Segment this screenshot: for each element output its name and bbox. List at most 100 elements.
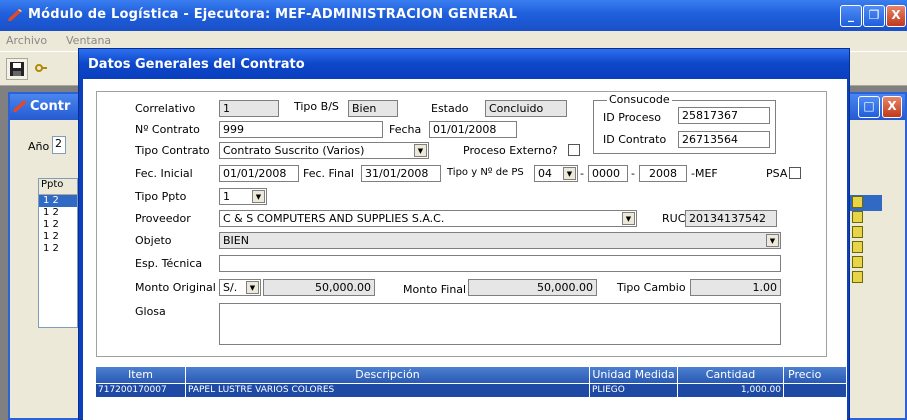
consucode-label: Consucode <box>607 93 672 106</box>
edit-icon[interactable] <box>852 211 863 223</box>
edit-icon[interactable] <box>852 271 863 283</box>
cell-descripcion[interactable]: PAPEL LUSTRE VARIOS COLORES <box>186 384 590 397</box>
tipo-ps-value: 04 <box>538 167 552 180</box>
objeto-select[interactable]: BIEN ▼ <box>219 232 781 249</box>
column-header-item[interactable]: Item <box>96 367 186 383</box>
child-close-button[interactable]: X <box>882 96 902 118</box>
pencil-icon <box>8 9 22 21</box>
table-row[interactable]: 1 2 <box>39 195 77 207</box>
nro-contrato-field[interactable]: 999 <box>219 121 383 138</box>
budget-table: Ppto 1 2 1 2 1 2 1 2 1 2 <box>38 178 78 328</box>
tipo-ps-label: Tipo y Nº de PS <box>447 167 524 178</box>
tipo-contrato-value: Contrato Suscrito (Varios) <box>223 144 365 157</box>
restore-button[interactable]: ❐ <box>863 5 885 27</box>
chevron-down-icon[interactable]: ▼ <box>563 167 576 180</box>
cell-unidad[interactable]: PLIEGO <box>590 384 678 397</box>
monto-final-field[interactable]: 50,000.00 <box>468 279 597 296</box>
tipo-bs-label: Tipo B/S <box>294 100 339 113</box>
edit-icon[interactable] <box>852 256 863 268</box>
column-header-precio[interactable]: Precio <box>784 367 847 383</box>
proceso-externo-label: Proceso Externo? <box>463 144 558 157</box>
chevron-down-icon[interactable]: ▼ <box>766 234 779 247</box>
child-maximize-button[interactable]: □ <box>858 96 880 118</box>
ps-number-field[interactable]: 0000 <box>588 165 628 182</box>
fec-final-field[interactable]: 31/01/2008 <box>361 165 441 182</box>
close-button[interactable]: X <box>886 5 906 27</box>
psa-label: PSA <box>766 167 788 180</box>
save-button[interactable] <box>6 58 28 80</box>
id-contrato-field[interactable]: 26713564 <box>678 131 770 148</box>
proveedor-value: C & S COMPUTERS AND SUPPLIES S.A.C. <box>223 212 445 225</box>
esp-tecnica-field[interactable] <box>219 255 781 272</box>
fec-inicial-field[interactable]: 01/01/2008 <box>219 165 299 182</box>
objeto-value: BIEN <box>223 234 249 247</box>
tipo-cambio-label: Tipo Cambio <box>617 281 686 294</box>
dialog-title: Datos Generales del Contrato <box>88 57 305 72</box>
tipo-contrato-label: Tipo Contrato <box>135 144 210 157</box>
monto-final-label: Monto Final <box>403 283 467 296</box>
edit-icon[interactable] <box>852 226 863 238</box>
table-row[interactable]: 1 2 <box>39 243 77 255</box>
menu-ventana[interactable]: Ventana <box>66 34 111 47</box>
main-title-bar: Módulo de Logística - Ejecutora: MEF-ADM… <box>0 0 907 31</box>
key-icon[interactable] <box>34 58 48 80</box>
correlativo-label: Correlativo <box>135 102 196 115</box>
table-row[interactable]: 1 2 <box>39 231 77 243</box>
monto-original-field[interactable]: 50,000.00 <box>263 279 375 296</box>
id-proceso-field[interactable]: 25817367 <box>678 107 770 124</box>
window-title: Módulo de Logística - Ejecutora: MEF-ADM… <box>28 7 518 22</box>
cell-cantidad[interactable]: 1,000.00 <box>678 384 784 397</box>
objeto-label: Objeto <box>135 234 172 247</box>
column-header-descripcion[interactable]: Descripción <box>186 367 590 383</box>
chevron-down-icon[interactable]: ▼ <box>622 212 635 225</box>
nro-contrato-label: Nº Contrato <box>135 123 200 136</box>
proveedor-select[interactable]: C & S COMPUTERS AND SUPPLIES S.A.C. ▼ <box>219 210 637 227</box>
correlativo-field[interactable]: 1 <box>219 100 279 117</box>
table-row[interactable]: 1 2 <box>39 207 77 219</box>
dialog-title-bar: Datos Generales del Contrato <box>79 49 849 79</box>
psa-checkbox[interactable] <box>789 167 801 179</box>
tipo-ppto-select[interactable]: 1 ▼ <box>219 188 267 205</box>
ruc-field[interactable]: 20134137542 <box>685 210 777 227</box>
column-header-unidad[interactable]: Unidad Medida <box>590 367 678 383</box>
ps-suffix: -MEF <box>691 167 718 180</box>
child-title: Contr <box>30 99 71 114</box>
moneda-select[interactable]: S/. ▼ <box>219 279 261 296</box>
ruc-label: RUC <box>662 212 686 225</box>
estado-field[interactable]: Concluido <box>485 100 567 117</box>
column-header-cantidad[interactable]: Cantidad <box>678 367 784 383</box>
edit-icon[interactable] <box>852 241 863 253</box>
id-contrato-label: ID Contrato <box>603 133 667 146</box>
tipo-contrato-select[interactable]: Contrato Suscrito (Varios) ▼ <box>219 142 429 159</box>
proceso-externo-checkbox[interactable] <box>568 144 580 156</box>
tipo-bs-field[interactable]: Bien <box>348 100 398 117</box>
fecha-field[interactable]: 01/01/2008 <box>429 121 517 138</box>
contract-dialog: Datos Generales del Contrato Correlativo… <box>78 48 850 420</box>
general-data-panel: Correlativo 1 Tipo B/S Bien Estado Concl… <box>96 91 827 357</box>
glosa-textarea[interactable] <box>219 303 781 345</box>
chevron-down-icon[interactable]: ▼ <box>252 190 265 203</box>
edit-icon[interactable] <box>852 196 863 208</box>
tipo-cambio-field[interactable]: 1.00 <box>690 279 781 296</box>
chevron-down-icon[interactable]: ▼ <box>414 144 427 157</box>
table-row[interactable]: 1 2 <box>39 219 77 231</box>
fecha-label: Fecha <box>389 123 422 136</box>
chevron-down-icon[interactable]: ▼ <box>246 281 259 294</box>
cell-item[interactable]: 717200170007 <box>96 384 186 397</box>
ppto-column-header[interactable]: Ppto <box>39 179 77 195</box>
menu-archivo[interactable]: Archivo <box>6 34 47 47</box>
tipo-ppto-value: 1 <box>223 190 230 203</box>
separator-dash: - <box>580 167 584 180</box>
ps-year-field[interactable]: 2008 <box>639 165 687 182</box>
dialog-body: Correlativo 1 Tipo B/S Bien Estado Concl… <box>83 79 847 420</box>
estado-label: Estado <box>431 102 469 115</box>
cell-precio[interactable] <box>784 384 847 397</box>
row-action-icons <box>852 196 864 286</box>
tipo-ps-select[interactable]: 04 ▼ <box>534 165 578 182</box>
moneda-value: S/. <box>223 281 238 294</box>
minimize-button[interactable]: _ <box>840 5 862 27</box>
separator-dash: - <box>631 167 635 180</box>
tipo-ppto-label: Tipo Ppto <box>135 190 187 203</box>
year-input[interactable]: 2 <box>52 136 66 154</box>
pencil-icon <box>13 100 27 112</box>
